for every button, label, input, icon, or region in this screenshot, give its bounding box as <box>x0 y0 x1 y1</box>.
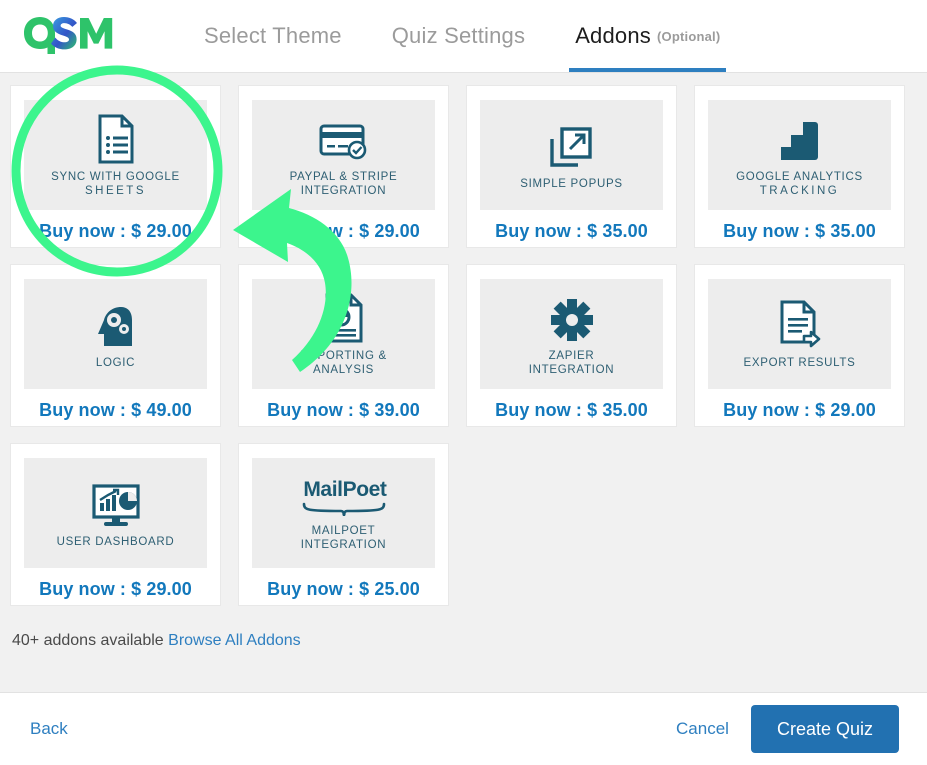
addon-tile: EXPORT RESULTS <box>708 279 891 389</box>
addon-title: REPORTING & ANALYSIS <box>300 349 387 377</box>
addon-title-line2: TRACKING <box>759 185 840 197</box>
addon-title: PAYPAL & STRIPE INTEGRATION <box>290 170 398 198</box>
addon-title: EXPORT RESULTS <box>743 356 855 370</box>
credit-card-icon <box>318 112 370 164</box>
popup-window-icon <box>548 119 596 171</box>
addons-page: Select Theme Quiz Settings Addons (Optio… <box>0 0 927 765</box>
addon-title-line1: ZAPIER <box>548 350 595 362</box>
back-button[interactable]: Back <box>30 719 68 739</box>
addon-title: GOOGLE ANALYTICS TRACKING <box>736 170 863 198</box>
report-chart-icon <box>323 291 365 343</box>
addons-availability-note: 40+ addons available Browse All Addons <box>12 632 917 650</box>
addon-title-line1: REPORTING & <box>300 350 387 362</box>
addon-buy-now-price[interactable]: Buy now : $ 35.00 <box>495 221 648 242</box>
qsm-logo-icon <box>24 17 113 54</box>
addon-card-reporting-analysis[interactable]: REPORTING & ANALYSIS Buy now : $ 39.00 <box>238 264 449 427</box>
addon-card-logic[interactable]: LOGIC Buy now : $ 49.00 <box>10 264 221 427</box>
addon-card-zapier-integration[interactable]: ZAPIER INTEGRATION Buy now : $ 35.00 <box>466 264 677 427</box>
addon-title-line1: EXPORT RESULTS <box>743 357 856 369</box>
addons-grid: SYNC WITH GOOGLE SHEETS Buy now : $ 29.0… <box>10 85 917 606</box>
addon-title-line2: INTEGRATION <box>300 539 387 551</box>
addon-buy-now-price[interactable]: Buy now : $ 29.00 <box>39 579 192 600</box>
addon-title-line1: PAYPAL & STRIPE <box>289 171 398 183</box>
addon-tile: LOGIC <box>24 279 207 389</box>
addon-title-line1: SYNC WITH GOOGLE <box>51 171 180 183</box>
addon-title-line1: LOGIC <box>95 357 136 369</box>
addon-title-line2: INTEGRATION <box>300 185 387 197</box>
addon-title: MAILPOET INTEGRATION <box>301 524 386 552</box>
cancel-button[interactable]: Cancel <box>676 719 729 739</box>
addon-tile: SYNC WITH GOOGLE SHEETS <box>24 100 207 210</box>
wizard-footer: Back Cancel Create Quiz <box>0 692 927 765</box>
qsm-logo <box>22 14 114 56</box>
addon-card-export-results[interactable]: EXPORT RESULTS Buy now : $ 29.00 <box>694 264 905 427</box>
footer-actions: Cancel Create Quiz <box>676 705 899 753</box>
analytics-bars-icon <box>776 112 824 164</box>
tab-addons-label: Addons <box>575 23 652 48</box>
addon-title-line1: SIMPLE POPUPS <box>520 178 623 190</box>
addon-card-google-analytics-tracking[interactable]: GOOGLE ANALYTICS TRACKING Buy now : $ 35… <box>694 85 905 248</box>
tab-quiz-settings-label: Quiz Settings <box>391 23 526 48</box>
addon-buy-now-price[interactable]: Buy now : $ 29.00 <box>723 400 876 421</box>
monitor-charts-icon <box>90 477 142 529</box>
addon-card-user-dashboard[interactable]: USER DASHBOARD Buy now : $ 29.00 <box>10 443 221 606</box>
addon-card-mailpoet-integration[interactable]: MailPoet MAILPOET INTEGRATION Buy now : … <box>238 443 449 606</box>
addon-tile: PAYPAL & STRIPE INTEGRATION <box>252 100 435 210</box>
create-quiz-button[interactable]: Create Quiz <box>750 705 899 753</box>
addon-card-sync-with-google-sheets[interactable]: SYNC WITH GOOGLE SHEETS Buy now : $ 29.0… <box>10 85 221 248</box>
tab-addons[interactable]: Addons (Optional) <box>569 0 727 72</box>
addon-title: SYNC WITH GOOGLE SHEETS <box>51 170 180 198</box>
addons-count-text: 40+ addons available <box>12 632 164 649</box>
addon-buy-now-price[interactable]: Buy now : $ 35.00 <box>723 221 876 242</box>
document-list-icon <box>96 112 136 164</box>
zapier-asterisk-icon <box>549 291 595 343</box>
addon-tile: SIMPLE POPUPS <box>480 100 663 210</box>
addon-title: LOGIC <box>96 356 135 370</box>
addon-card-simple-popups[interactable]: SIMPLE POPUPS Buy now : $ 35.00 <box>466 85 677 248</box>
addon-tile: USER DASHBOARD <box>24 458 207 568</box>
addon-tile: GOOGLE ANALYTICS TRACKING <box>708 100 891 210</box>
addon-title-line1: USER DASHBOARD <box>56 536 175 548</box>
head-gears-icon <box>94 298 138 350</box>
addon-tile: REPORTING & ANALYSIS <box>252 279 435 389</box>
tab-addons-optional-label: (Optional) <box>657 28 721 44</box>
addon-tile: MailPoet MAILPOET INTEGRATION <box>252 458 435 568</box>
addon-title-line1: GOOGLE ANALYTICS <box>736 171 863 183</box>
mailpoet-logo-icon: MailPoet <box>301 474 387 520</box>
addon-buy-now-price[interactable]: Buy now : $ 29.00 <box>267 221 420 242</box>
page-header: Select Theme Quiz Settings Addons (Optio… <box>0 0 927 73</box>
wizard-tabs: Select Theme Quiz Settings Addons (Optio… <box>200 0 727 72</box>
mailpoet-wordmark: MailPoet <box>303 478 387 501</box>
addon-title-line2: INTEGRATION <box>528 364 615 376</box>
addon-title: SIMPLE POPUPS <box>520 177 622 191</box>
addon-buy-now-price[interactable]: Buy now : $ 49.00 <box>39 400 192 421</box>
addon-title-line2: SHEETS <box>84 185 146 197</box>
browse-all-addons-link[interactable]: Browse All Addons <box>168 632 301 649</box>
tab-quiz-settings[interactable]: Quiz Settings <box>388 0 529 72</box>
addon-buy-now-price[interactable]: Buy now : $ 39.00 <box>267 400 420 421</box>
addon-title: USER DASHBOARD <box>57 535 175 549</box>
addon-buy-now-price[interactable]: Buy now : $ 35.00 <box>495 400 648 421</box>
export-document-icon <box>778 298 822 350</box>
addons-content: SYNC WITH GOOGLE SHEETS Buy now : $ 29.0… <box>0 73 927 693</box>
addon-tile: ZAPIER INTEGRATION <box>480 279 663 389</box>
addon-card-paypal-stripe-integration[interactable]: PAYPAL & STRIPE INTEGRATION Buy now : $ … <box>238 85 449 248</box>
addon-title: ZAPIER INTEGRATION <box>529 349 614 377</box>
addon-title-line1: MAILPOET <box>311 525 376 537</box>
addon-title-line2: ANALYSIS <box>312 364 374 376</box>
addon-buy-now-price[interactable]: Buy now : $ 29.00 <box>39 221 192 242</box>
addon-buy-now-price[interactable]: Buy now : $ 25.00 <box>267 579 420 600</box>
tab-select-theme[interactable]: Select Theme <box>200 0 346 72</box>
tab-select-theme-label: Select Theme <box>204 23 342 48</box>
